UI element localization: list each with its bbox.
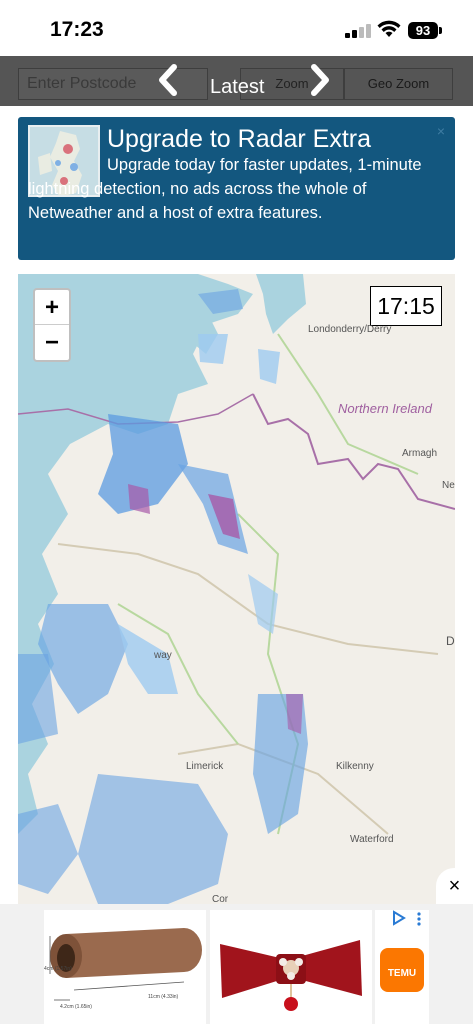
radar-map[interactable]: + − 17:15 Londonderry/Derry Northern Ire…	[18, 274, 455, 904]
status-time: 17:23	[50, 18, 104, 41]
adchoices-icon[interactable]	[392, 910, 422, 926]
upgrade-promo-banner[interactable]: Upgrade to Radar Extra Upgrade today for…	[18, 117, 455, 260]
label-waterford: Waterford	[350, 834, 394, 845]
dim-label-width: 4.2cm (1.65in)	[60, 1004, 92, 1010]
promo-title: Upgrade to Radar Extra	[107, 125, 372, 153]
dim-label-length: 11cm (4.33in)	[148, 994, 179, 1000]
radar-timestamp: 17:15	[370, 286, 442, 326]
radar-toolbar: Zoom Geo Zoom Latest	[0, 56, 473, 106]
label-armagh: Armagh	[402, 448, 438, 459]
promo-close-icon[interactable]: ×	[437, 123, 445, 139]
next-frame-arrow-icon[interactable]	[304, 64, 334, 96]
dim-label-height: 4cm (1.57in)	[44, 966, 72, 972]
label-londonderry: Londonderry/Derry	[308, 324, 392, 335]
label-northern-ireland: Northern Ireland	[338, 401, 432, 416]
promo-body: Upgrade today for faster updates, 1-minu…	[28, 156, 422, 222]
ad-product-tube[interactable]: 4cm (1.57in) 11cm (4.33in) 4.2cm (1.65in…	[44, 910, 206, 1024]
label-limerick: Limerick	[186, 761, 224, 772]
geo-zoom-button[interactable]: Geo Zoom	[344, 68, 453, 100]
label-way: way	[154, 650, 172, 661]
label-ne: Ne	[442, 480, 455, 491]
land-area	[18, 274, 455, 904]
ad-close-icon[interactable]: ×	[436, 868, 473, 904]
cellular-signal-icon	[345, 24, 371, 38]
label-cor: Cor	[212, 894, 229, 904]
battery-icon: 93	[408, 22, 438, 39]
frame-navigator: Latest	[150, 60, 340, 104]
label-d: D	[446, 634, 455, 648]
battery-nub	[439, 27, 442, 34]
wifi-icon	[377, 20, 401, 37]
ad-product-bow[interactable]	[210, 910, 372, 1024]
zoom-in-button[interactable]: +	[35, 290, 69, 325]
temu-logo[interactable]: TEMU	[380, 948, 424, 992]
map-base	[18, 274, 455, 904]
latest-label: Latest	[210, 76, 265, 98]
map-zoom-control: + −	[33, 288, 71, 362]
previous-frame-arrow-icon[interactable]	[154, 64, 184, 96]
label-kilkenny: Kilkenny	[336, 761, 374, 772]
zoom-out-button[interactable]: −	[35, 325, 69, 360]
status-bar: 17:23 93	[0, 0, 473, 56]
